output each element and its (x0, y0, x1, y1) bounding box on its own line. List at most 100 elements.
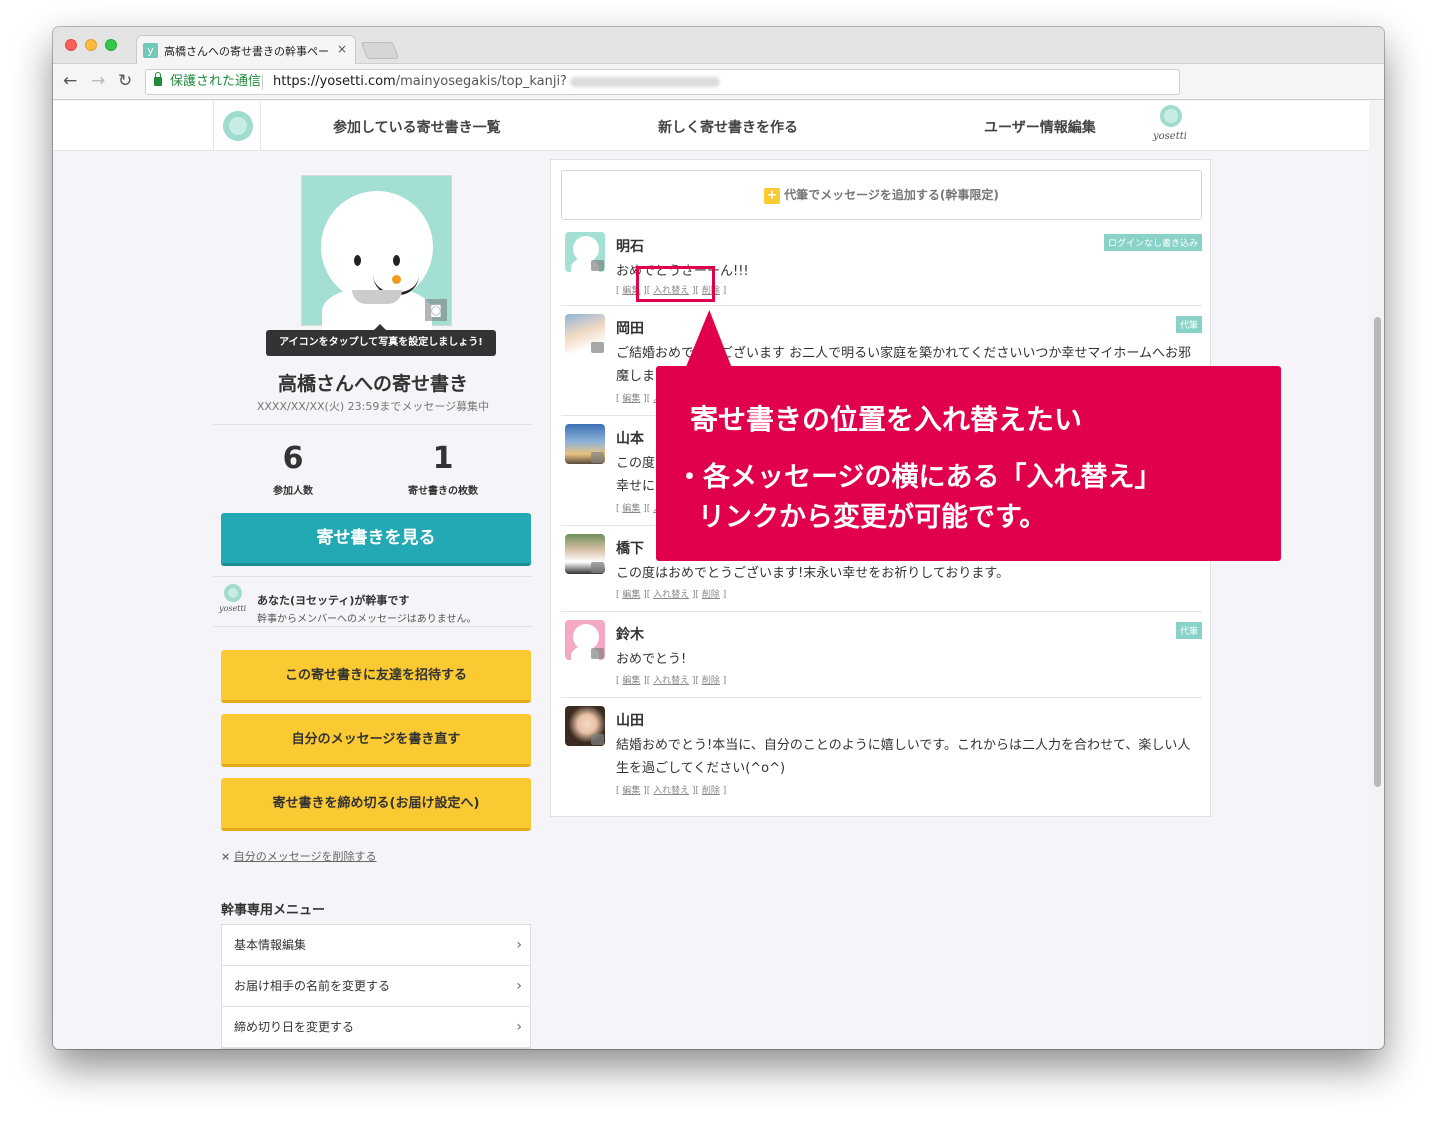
kanji-brand-text: yosetti (219, 604, 247, 613)
favicon-icon: y (143, 43, 158, 58)
menu-item-deadline[interactable]: 締め切り日を変更する › (222, 1007, 530, 1048)
message-avatar[interactable] (565, 706, 605, 746)
page-title: 高橋さんへの寄せ書き (277, 373, 468, 395)
message-text: この度はおめでとうございます!末永い幸せをお祈りしております。 (616, 566, 1010, 581)
forward-icon[interactable]: → (91, 71, 105, 91)
snowman-eye (354, 255, 361, 266)
camera-icon (591, 734, 604, 745)
participants-count: 6 (282, 441, 304, 476)
message-text: おめでとう! (616, 652, 687, 667)
message-avatar[interactable] (565, 534, 605, 574)
message-avatar[interactable] (565, 620, 605, 660)
delete-link[interactable]: 削除 (702, 590, 720, 600)
kanji-menu: 基本情報編集 › お届け相手の名前を変更する › 締め切り日を変更する › (221, 924, 531, 1049)
plus-icon: + (764, 187, 781, 204)
delete-own-message-label: 自分のメッセージを削除する (233, 850, 377, 863)
edit-link[interactable]: 編集 (622, 590, 640, 600)
menu-item-recipient-name[interactable]: お届け相手の名前を変更する › (222, 966, 530, 1007)
sheets-stat: 1 寄せ書きの枚数 (363, 441, 523, 497)
message-links: [ 編集 ][ 入れ替え ][ 削除 ] (616, 786, 727, 796)
nav-user-edit-link[interactable]: ユーザー情報編集 (984, 117, 1096, 137)
edit-link[interactable]: 編集 (622, 676, 640, 686)
message-avatar[interactable] (565, 314, 605, 354)
delete-link[interactable]: 削除 (702, 676, 720, 686)
participants-label: 参加人数 (273, 486, 313, 497)
delete-link[interactable]: 削除 (702, 786, 720, 796)
kanji-menu-title: 幹事専用メニュー (221, 903, 326, 918)
snowman-head (573, 236, 599, 262)
sheets-label: 寄せ書きの枚数 (408, 486, 478, 497)
avatar-tooltip: アイコンをタップして写真を設定しましょう! (266, 324, 496, 356)
url-blurred-token (569, 76, 720, 87)
snowman-nose (392, 275, 401, 284)
top-navigation: 参加している寄せ書き一覧 新しく寄せ書きを作る ユーザー情報編集 yosetti (53, 101, 1369, 151)
kanji-info: yosetti あなた(ヨセッティ)が幹事です 幹事からメンバーへのメッセージは… (213, 576, 533, 626)
message-author: 山本 (616, 431, 644, 447)
swap-link[interactable]: 入れ替え (653, 786, 689, 796)
camera-icon (591, 342, 604, 353)
menu-item-label: 締め切り日を変更する (234, 1020, 355, 1034)
message-links: [ 編集 ][ 入れ替え ][ 削除 ] (616, 676, 727, 686)
browser-tab[interactable]: y 高橋さんへの寄せ書きの幹事ペー × (136, 35, 356, 65)
url-separator (262, 75, 263, 90)
divider (213, 626, 533, 627)
kanji-flower-icon (224, 584, 242, 602)
annotation-callout: 寄せ書きの位置を入れ替えたい ・各メッセージの横にある「入れ替え」 リンクから変… (656, 366, 1281, 561)
url-host: https://yosetti.com (273, 74, 396, 89)
message-avatar[interactable] (565, 232, 605, 272)
flower-logo-icon (223, 111, 253, 141)
address-toolbar: ← → ↻ 保護された通信 https://yosetti.com/mainyo… (53, 64, 1384, 100)
logo-button[interactable] (213, 101, 261, 151)
chevron-right-icon: › (516, 937, 522, 953)
participants-stat: 6 参加人数 (213, 441, 373, 497)
rewrite-message-button[interactable]: 自分のメッセージを書き直す (221, 714, 531, 767)
kanji-line2: 幹事からメンバーへのメッセージはありません。 (257, 614, 477, 625)
add-proxy-message-button[interactable]: + 代筆でメッセージを追加する(幹事限定) (561, 170, 1202, 220)
swap-link-highlight (636, 266, 715, 302)
camera-icon (591, 648, 604, 659)
new-tab-button[interactable] (360, 42, 400, 59)
close-window-button[interactable] (65, 39, 77, 51)
delete-x-icon: × (221, 850, 231, 863)
status-badge: ログインなし書き込み (1103, 234, 1202, 251)
back-icon[interactable]: ← (63, 71, 77, 91)
secure-label: 保護された通信 (170, 74, 262, 89)
minimize-window-button[interactable] (85, 39, 97, 51)
menu-item-label: 基本情報編集 (234, 938, 307, 952)
chevron-right-icon: › (516, 1019, 522, 1035)
camera-icon[interactable]: ◙ (425, 299, 447, 321)
edit-link[interactable]: 編集 (622, 786, 640, 796)
title-bar: y 高橋さんへの寄せ書きの幹事ペー × (53, 27, 1384, 65)
view-yosegaki-button[interactable]: 寄せ書きを見る (221, 513, 531, 566)
message-author: 橋下 (616, 541, 644, 557)
nav-create-link[interactable]: 新しく寄せ書きを作る (658, 117, 798, 137)
nav-participating-link[interactable]: 参加している寄せ書き一覧 (333, 117, 501, 137)
delete-own-message-link[interactable]: × 自分のメッセージを削除する (221, 848, 377, 864)
swap-link[interactable]: 入れ替え (653, 590, 689, 600)
add-proxy-message-label: 代筆でメッセージを追加する(幹事限定) (784, 188, 999, 202)
edit-link[interactable]: 編集 (622, 504, 640, 514)
invite-friends-button[interactable]: この寄せ書きに友達を招待する (221, 650, 531, 703)
brand-flower-icon (1160, 105, 1182, 127)
brand-logo[interactable]: yosetti (1151, 105, 1191, 149)
tab-close-icon[interactable]: × (337, 42, 347, 56)
url-bar[interactable]: 保護された通信 https://yosetti.com/mainyosegaki… (145, 69, 1180, 95)
brand-text: yosetti (1153, 131, 1187, 142)
message-avatar[interactable] (565, 424, 605, 464)
menu-item-basic-info[interactable]: 基本情報編集 › (222, 925, 530, 966)
swap-link[interactable]: 入れ替え (653, 676, 689, 686)
camera-icon (591, 260, 604, 271)
message-links: [ 編集 ][ 入れ替え ][ 削除 ] (616, 590, 727, 600)
sheets-count: 1 (432, 441, 454, 476)
message-author: 山田 (616, 713, 644, 729)
recipient-avatar[interactable]: ◙ (301, 175, 452, 336)
camera-icon (591, 452, 604, 463)
edit-link[interactable]: 編集 (622, 394, 640, 404)
page-scrollbar[interactable] (1374, 317, 1381, 787)
divider (213, 424, 533, 425)
reload-icon[interactable]: ↻ (118, 71, 132, 91)
close-yosegaki-button[interactable]: 寄せ書きを締め切る(お届け設定へ) (221, 778, 531, 831)
message-text: 結婚おめでとう!本当に、自分のことのように嬉しいです。これからは二人力を合わせて… (616, 738, 1191, 776)
maximize-window-button[interactable] (105, 39, 117, 51)
camera-icon (591, 562, 604, 573)
